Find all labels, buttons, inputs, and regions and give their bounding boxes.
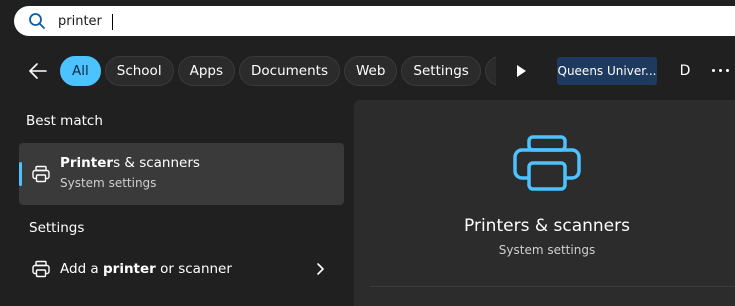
more-options-icon[interactable]	[712, 69, 730, 73]
printer-icon	[513, 135, 581, 191]
printer-icon	[32, 260, 50, 278]
filter-pill-apps[interactable]: Apps	[177, 56, 235, 86]
filter-pill-people[interactable]: Pe	[484, 56, 496, 86]
settings-result-label-bold: printer	[103, 261, 156, 277]
best-match-heading: Best match	[26, 113, 103, 129]
filter-pill-all[interactable]: All	[60, 56, 101, 86]
settings-result-label-part2: or scanner	[155, 261, 232, 277]
search-window: All School Apps Documents Web Settings P…	[0, 0, 735, 306]
best-match-title-bold: Printer	[60, 155, 114, 171]
search-bar[interactable]	[14, 6, 735, 36]
search-input[interactable]	[58, 10, 558, 32]
filter-pill-documents[interactable]: Documents	[239, 56, 340, 86]
back-arrow-icon[interactable]	[27, 60, 49, 82]
play-icon[interactable]	[514, 64, 528, 78]
settings-result-label: Add a printer or scanner	[60, 261, 232, 277]
best-match-title: Printers & scanners	[60, 155, 200, 171]
best-match-subtitle: System settings	[60, 176, 157, 190]
organization-account-badge[interactable]: Queens Univer...	[557, 57, 657, 85]
chevron-right-icon[interactable]	[315, 262, 327, 276]
text-caret	[112, 14, 113, 30]
filter-pill-school[interactable]: School	[104, 56, 174, 86]
filter-pill-web[interactable]: Web	[343, 56, 398, 86]
selection-indicator	[19, 162, 22, 186]
search-icon	[29, 13, 45, 29]
filter-row: All School Apps Documents Web Settings P…	[0, 54, 735, 88]
avatar[interactable]: D	[673, 59, 697, 83]
best-match-title-rest: s & scanners	[113, 155, 200, 171]
preview-panel: Printers & scanners System settings	[354, 100, 735, 306]
printer-icon	[32, 165, 50, 183]
filter-pills: All School Apps Documents Web Settings P…	[60, 54, 496, 88]
settings-result-item[interactable]: Add a printer or scanner	[19, 250, 344, 288]
filter-pill-settings[interactable]: Settings	[401, 56, 481, 86]
preview-subtitle: System settings	[498, 243, 596, 257]
divider	[370, 286, 735, 287]
preview-title: Printers & scanners	[464, 216, 630, 236]
settings-heading: Settings	[29, 220, 85, 236]
settings-result-label-part1: Add a	[60, 261, 103, 277]
best-match-item[interactable]: Printers & scanners System settings	[19, 143, 344, 205]
